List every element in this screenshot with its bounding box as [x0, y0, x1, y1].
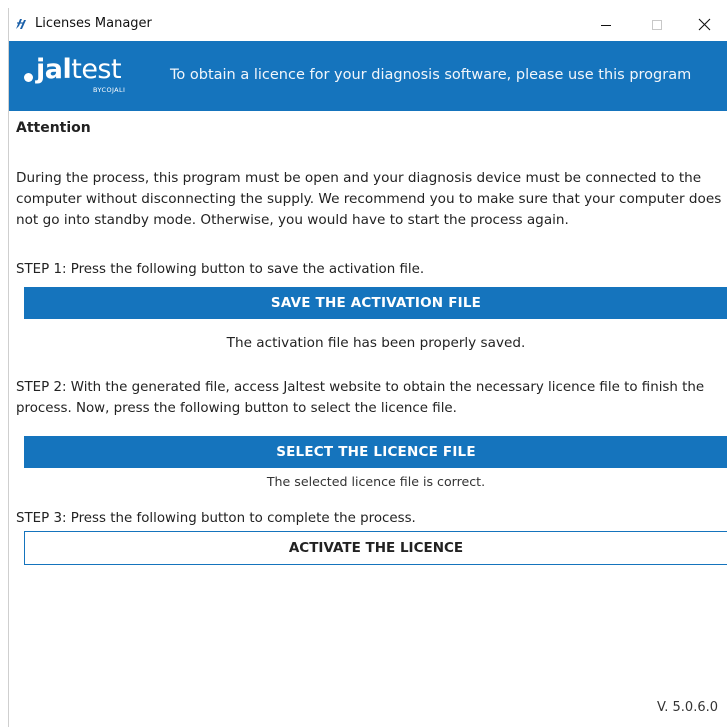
logo-dot-icon — [24, 73, 33, 82]
maximize-icon — [652, 19, 662, 30]
step1-status: The activation file has been properly sa… — [226, 335, 526, 351]
minimize-button[interactable] — [583, 8, 629, 41]
close-button[interactable] — [681, 8, 727, 41]
attention-heading: Attention — [16, 120, 91, 136]
version-label: V. 5.0.6.0 — [657, 700, 718, 715]
window-title: Licenses Manager — [35, 16, 152, 31]
step2-instruction: STEP 2: With the generated file, access … — [16, 380, 705, 416]
logo-wordmark: jaltest — [36, 54, 122, 85]
title-bar[interactable]: Licenses Manager — [9, 8, 727, 41]
banner-tagline: To obtain a licence for your diagnosis s… — [170, 67, 692, 83]
save-activation-file-button[interactable]: SAVE THE ACTIVATION FILE — [24, 287, 727, 319]
step3-instruction: STEP 3: Press the following button to co… — [16, 511, 416, 526]
close-icon — [698, 18, 710, 31]
app-icon — [16, 19, 26, 29]
header-banner: jaltest BYCOJALI To obtain a licence for… — [9, 41, 727, 111]
step1-instruction: STEP 1: Press the following button to sa… — [16, 262, 425, 277]
logo-subtext: BYCOJALI — [93, 86, 126, 94]
minimize-icon — [601, 24, 611, 26]
step2-status: The selected licence file is correct. — [266, 474, 486, 489]
activate-licence-button[interactable]: ACTIVATE THE LICENCE — [24, 531, 727, 565]
jaltest-logo: jaltest BYCOJALI — [22, 52, 142, 100]
attention-paragraph: During the process, this program must be… — [16, 170, 722, 228]
maximize-button[interactable] — [634, 8, 680, 41]
select-licence-file-button[interactable]: SELECT THE LICENCE FILE — [24, 436, 727, 468]
licenses-manager-window: Licenses Manager jaltest BYCOJALI To obt… — [8, 8, 727, 727]
